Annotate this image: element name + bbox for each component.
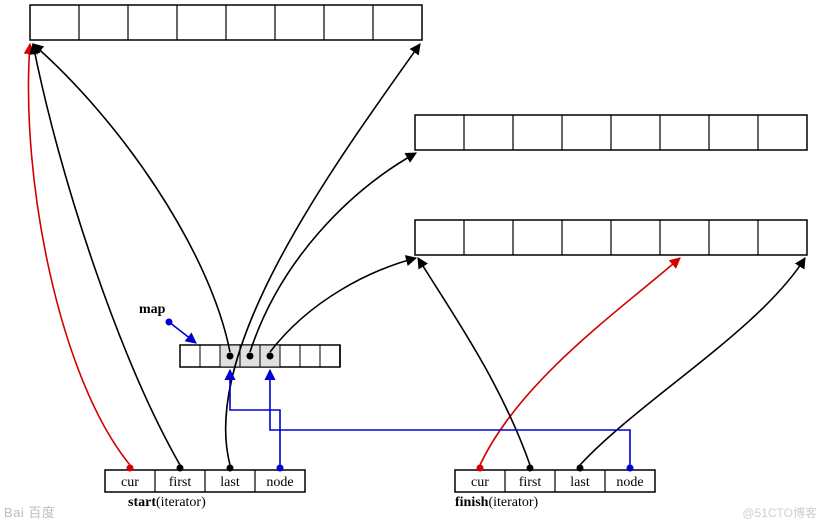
finish-iterator-label: finish(iterator) — [455, 495, 538, 511]
map-dot-2 — [267, 353, 274, 360]
map-label: map — [139, 302, 165, 318]
diagram-canvas: cur first last node cur first last node — [0, 0, 825, 527]
arrow-start-cur — [28, 44, 130, 465]
map-dot-1 — [247, 353, 254, 360]
start-iterator-label: start(iterator) — [128, 495, 206, 511]
arrow-map0-to-buf1 — [33, 44, 230, 352]
map-row — [180, 345, 340, 367]
start-first-label: first — [169, 475, 192, 490]
buffer-2 — [415, 115, 807, 150]
buffer-1 — [30, 5, 422, 40]
watermark-left: Bai 百度 — [4, 502, 55, 521]
finish-last-label: last — [570, 475, 590, 490]
start-first-dot — [177, 465, 184, 472]
finish-node-dot — [627, 465, 634, 472]
arrow-finish-first — [418, 258, 530, 465]
start-cur-dot — [127, 465, 134, 472]
finish-cur-label: cur — [471, 475, 489, 490]
arrow-map2-to-buf3 — [270, 258, 416, 352]
arrow-map1-to-buf2 — [250, 153, 416, 352]
arrow-finish-node — [270, 370, 630, 465]
arrow-finish-last — [580, 258, 805, 465]
arrow-start-node — [230, 370, 280, 465]
start-cur-label: cur — [121, 475, 139, 490]
watermark-right: @51CTO博客 — [742, 504, 817, 521]
start-node-dot — [277, 465, 284, 472]
finish-first-label: first — [519, 475, 542, 490]
buffer-3 — [415, 220, 807, 255]
finish-iterator: cur first last node — [455, 465, 655, 493]
start-iterator: cur first last node — [105, 465, 305, 493]
arrow-finish-cur — [480, 258, 680, 465]
finish-cur-dot — [477, 465, 484, 472]
finish-last-dot — [577, 465, 584, 472]
arrow-start-first — [33, 44, 180, 465]
arrow-start-last — [226, 44, 420, 465]
arrow-map-label — [169, 322, 196, 343]
start-node-label: node — [266, 475, 293, 490]
start-last-dot — [227, 465, 234, 472]
finish-first-dot — [527, 465, 534, 472]
start-last-label: last — [220, 475, 240, 490]
map-dot-0 — [227, 353, 234, 360]
finish-node-label: node — [616, 475, 643, 490]
